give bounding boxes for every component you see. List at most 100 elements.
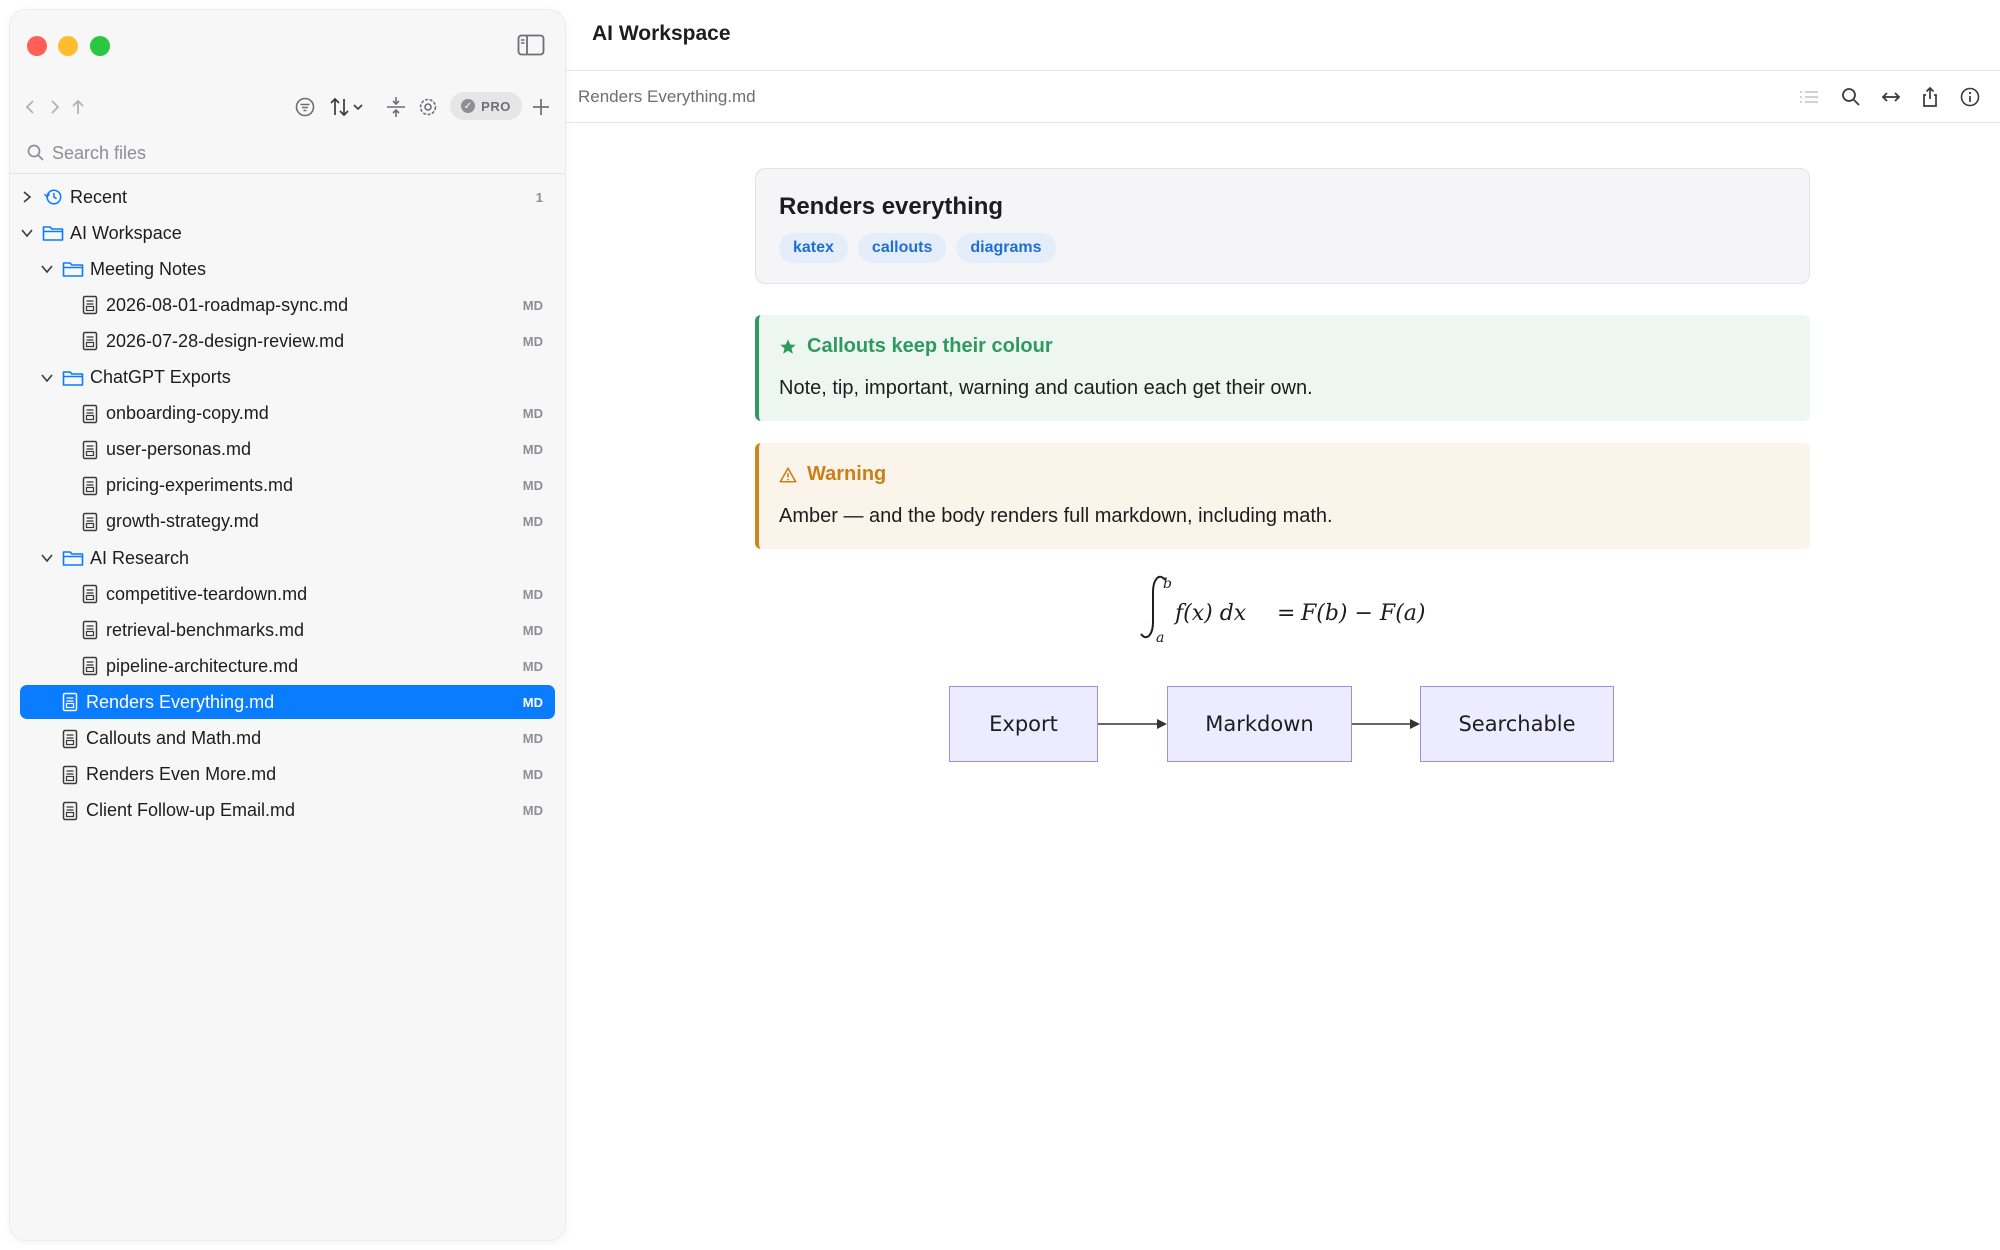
markdown-file-icon bbox=[82, 512, 98, 532]
tag-list: katex callouts diagrams bbox=[779, 233, 1056, 263]
tree-row-label: growth-strategy.md bbox=[106, 511, 259, 532]
search-document-icon[interactable] bbox=[1840, 86, 1862, 108]
app-window: ✓ PRO Recent 1 AI Workspace Meeting Notes 20… bbox=[0, 0, 2000, 1250]
markdown-file-icon bbox=[82, 404, 98, 423]
tip-callout: Callouts keep their colour Note, tip, im… bbox=[755, 315, 1810, 421]
tree-file-renders-everything-md[interactable]: Renders Everything.md MD bbox=[20, 685, 555, 720]
tree-row-label: AI Workspace bbox=[70, 222, 182, 243]
file-type-badge: MD bbox=[522, 514, 543, 530]
tree-row-label: Recent bbox=[70, 186, 128, 207]
gear-icon[interactable] bbox=[416, 95, 440, 119]
markdown-file-icon bbox=[82, 620, 98, 640]
chevron-down-icon[interactable] bbox=[40, 371, 54, 385]
arrowhead-markdown-searchable bbox=[1410, 719, 1420, 729]
forward-icon[interactable] bbox=[43, 96, 65, 118]
tree-folder-chatgpt-exports[interactable]: ChatGPT Exports bbox=[20, 361, 555, 395]
clock-history-icon bbox=[43, 189, 62, 205]
sort-icon[interactable] bbox=[328, 95, 368, 119]
integral-lower-bound: a bbox=[1156, 630, 1164, 646]
tree-row-label: Meeting Notes bbox=[90, 258, 207, 279]
folder-icon bbox=[62, 370, 84, 386]
info-icon[interactable] bbox=[1959, 86, 1981, 108]
file-type-badge: MD bbox=[522, 406, 543, 422]
folder-icon bbox=[62, 551, 84, 566]
back-icon[interactable] bbox=[20, 96, 42, 118]
close-window-button[interactable] bbox=[27, 36, 47, 56]
collapse-icon[interactable] bbox=[384, 95, 408, 119]
file-type-badge: MD bbox=[522, 767, 543, 783]
markdown-file-icon bbox=[62, 729, 78, 748]
tree-row-label: retrieval-benchmarks.md bbox=[106, 619, 305, 640]
tree-file-pipeline-architecture-md[interactable]: pipeline-architecture.md MD bbox=[20, 649, 555, 683]
tree-file-competitive-teardown-md[interactable]: competitive-teardown.md MD bbox=[20, 577, 555, 611]
width-toggle-icon[interactable] bbox=[1880, 86, 1902, 108]
tree-row-label: Renders Everything.md bbox=[86, 691, 275, 712]
warning-callout-title: Warning bbox=[807, 463, 887, 485]
tree-folder-ai-workspace[interactable]: AI Workspace bbox=[20, 216, 555, 250]
filter-icon[interactable] bbox=[293, 95, 317, 119]
tree-file-renders-even-more-md[interactable]: Renders Even More.md MD bbox=[20, 758, 555, 792]
tree-folder-ai-research[interactable]: AI Research bbox=[20, 541, 555, 575]
outline-icon[interactable] bbox=[1798, 86, 1820, 108]
pro-badge[interactable]: ✓ PRO bbox=[450, 92, 522, 120]
zoom-window-button[interactable] bbox=[90, 36, 110, 56]
arrowhead-export-markdown bbox=[1157, 719, 1167, 729]
share-icon[interactable] bbox=[1919, 86, 1941, 108]
chevron-down-icon[interactable] bbox=[20, 226, 34, 240]
tree-file-callouts-and-math-md[interactable]: Callouts and Math.md MD bbox=[20, 722, 555, 756]
tree-row-label: onboarding-copy.md bbox=[106, 403, 269, 424]
tree-row-label: 2026-07-28-design-review.md bbox=[106, 330, 345, 351]
tree-file-growth-strategy-md[interactable]: growth-strategy.md MD bbox=[20, 505, 555, 539]
warning-callout-body: Amber — and the body renders full markdo… bbox=[779, 505, 1333, 527]
markdown-file-icon bbox=[82, 296, 98, 315]
tree-file-client-follow-up-email-md[interactable]: Client Follow-up Email.md MD bbox=[20, 794, 555, 828]
tree-file-2026-07-28-design-review-md[interactable]: 2026-07-28-design-review.md MD bbox=[20, 324, 555, 358]
tag-katex[interactable]: katex bbox=[779, 233, 848, 263]
markdown-file-icon bbox=[82, 657, 98, 676]
tree-row-label: pricing-experiments.md bbox=[106, 475, 294, 496]
sidebar-toggle-icon[interactable] bbox=[517, 34, 545, 56]
tree-row-label: Callouts and Math.md bbox=[86, 728, 262, 748]
document-title: Renders everything bbox=[779, 193, 1004, 220]
tree-file-user-personas-md[interactable]: user-personas.md MD bbox=[20, 433, 555, 467]
tree-file-pricing-experiments-md[interactable]: pricing-experiments.md MD bbox=[20, 469, 555, 503]
tree-row-label: user-personas.md bbox=[106, 439, 252, 460]
file-type-badge: MD bbox=[522, 622, 543, 638]
window-title: AI Workspace bbox=[592, 22, 731, 45]
markdown-file-icon bbox=[82, 476, 98, 496]
tag-callouts[interactable]: callouts bbox=[857, 233, 947, 263]
tree-file-retrieval-benchmarks-md[interactable]: retrieval-benchmarks.md MD bbox=[20, 613, 555, 647]
tag-diagrams[interactable]: diagrams bbox=[956, 233, 1056, 263]
warning-icon bbox=[779, 466, 797, 483]
up-icon[interactable] bbox=[67, 96, 89, 118]
integral-result: F(b) − F(a) bbox=[1300, 601, 1425, 626]
markdown-file-icon bbox=[82, 584, 98, 604]
frontmatter-card: Renders everything katex callouts diagra… bbox=[755, 168, 1810, 284]
minimize-window-button[interactable] bbox=[58, 36, 78, 56]
folder-icon bbox=[42, 226, 64, 241]
diagram-edges bbox=[1098, 719, 1420, 729]
integral-sign bbox=[1140, 575, 1166, 639]
title-divider bbox=[565, 70, 2000, 71]
tree-file-2026-08-01-roadmap-sync-md[interactable]: 2026-08-01-roadmap-sync.md MD bbox=[20, 288, 555, 322]
chevron-down-icon[interactable] bbox=[40, 262, 54, 276]
verified-icon: ✓ bbox=[461, 99, 476, 113]
chevron-down-icon[interactable] bbox=[40, 551, 54, 565]
markdown-file-icon bbox=[62, 801, 78, 820]
plus-icon[interactable] bbox=[529, 95, 553, 119]
file-type-badge: MD bbox=[522, 803, 543, 819]
tip-callout-body: Note, tip, important, warning and cautio… bbox=[779, 377, 1313, 399]
markdown-file-icon bbox=[62, 765, 78, 784]
search-icon bbox=[27, 144, 44, 161]
pro-label: PRO bbox=[481, 98, 511, 114]
tree-recent-recent[interactable]: Recent 1 bbox=[20, 180, 555, 214]
tree-folder-meeting-notes[interactable]: Meeting Notes bbox=[20, 252, 555, 286]
tree-row-label: Renders Even More.md bbox=[86, 764, 277, 785]
file-type-badge: MD bbox=[522, 694, 543, 710]
chevron-right-icon[interactable] bbox=[20, 190, 34, 204]
tree-row-label: 2026-08-01-roadmap-sync.md bbox=[106, 294, 349, 315]
tree-file-onboarding-copy-md[interactable]: onboarding-copy.md MD bbox=[20, 397, 555, 431]
search-files-input[interactable] bbox=[52, 138, 552, 168]
toolbar-divider bbox=[565, 122, 2000, 123]
count-badge: 1 bbox=[535, 189, 543, 205]
